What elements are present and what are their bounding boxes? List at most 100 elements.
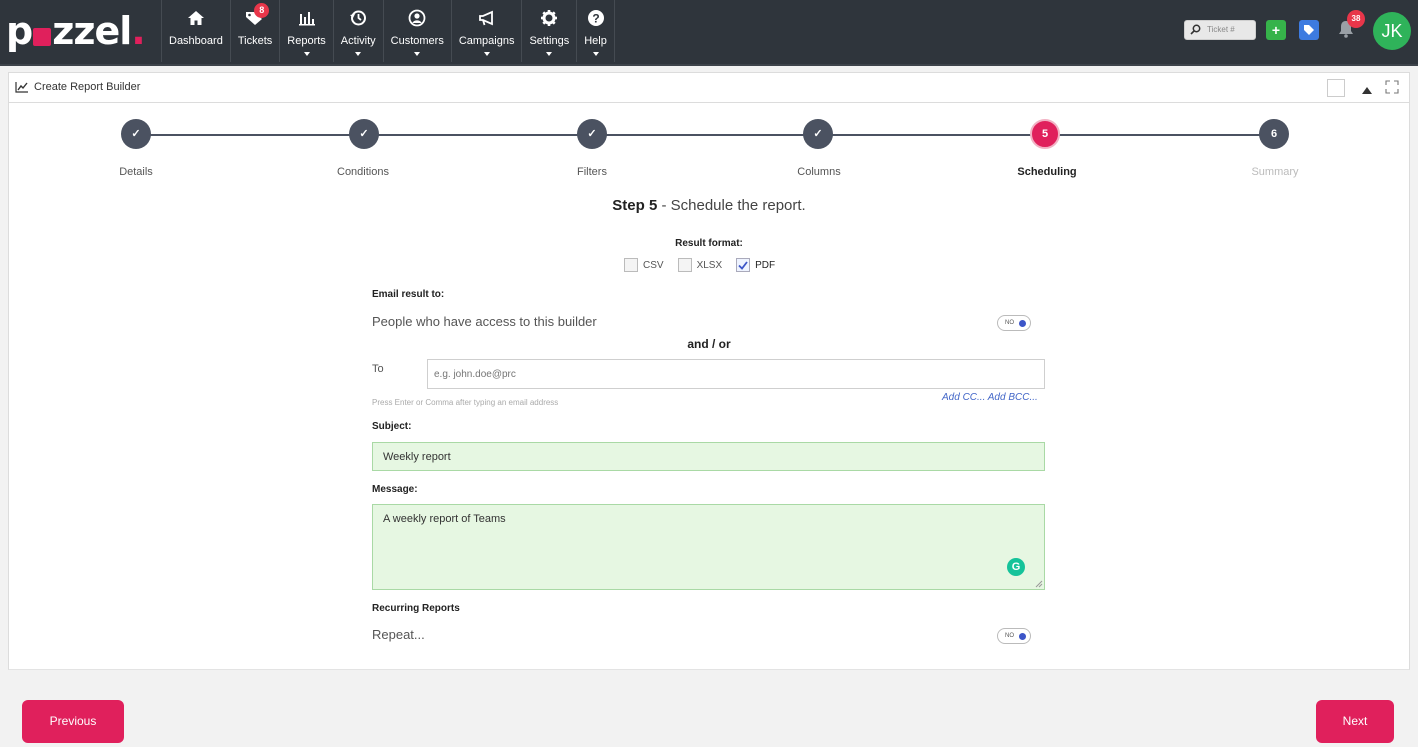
and-or-label: and / or <box>687 337 731 351</box>
user-circle-icon <box>408 7 426 29</box>
grammarly-icon[interactable]: G <box>1007 558 1025 576</box>
quick-tag-button[interactable] <box>1299 20 1319 40</box>
check-icon: ✓ <box>813 128 823 140</box>
collapse-icon[interactable] <box>1361 82 1373 100</box>
step-details-label: Details <box>119 166 153 178</box>
people-access-toggle[interactable]: NO <box>997 315 1031 331</box>
step-summary-label: Summary <box>1251 166 1299 178</box>
resize-handle-icon[interactable] <box>1035 580 1043 588</box>
step-summary-circle[interactable]: 6 <box>1259 119 1289 149</box>
step-scheduling-circle[interactable]: 5 <box>1030 119 1060 149</box>
email-hint: Press Enter or Comma after typing an ema… <box>372 398 559 407</box>
result-format-label: Result format: <box>675 238 743 249</box>
page-title-step: Step 5 <box>612 197 658 214</box>
ticket-search-input[interactable]: Ticket # <box>1184 20 1256 40</box>
nav-tickets[interactable]: 8 Tickets <box>229 0 279 62</box>
nav-settings-label: Settings <box>529 35 570 47</box>
nav-help[interactable]: ? Help <box>576 0 615 62</box>
to-label: To <box>372 363 384 375</box>
pdf-label: PDF <box>755 259 776 271</box>
puzzel-logo[interactable]: p zzel. <box>6 8 146 54</box>
subject-input[interactable]: Weekly report <box>372 442 1045 471</box>
chevron-down-icon <box>592 52 599 56</box>
result-format-options: CSV XLSX PDF <box>624 258 789 272</box>
chevron-down-icon <box>414 52 421 56</box>
pdf-checkbox[interactable] <box>736 258 751 272</box>
avatar[interactable]: JK <box>1373 12 1411 50</box>
previous-button[interactable]: Previous <box>22 700 124 743</box>
toggle-knob <box>1019 319 1026 327</box>
xlsx-checkbox[interactable] <box>677 258 692 272</box>
nav-reports[interactable]: Reports <box>279 0 333 62</box>
step-number: 5 <box>1041 128 1049 140</box>
logo-dot: . <box>131 9 145 53</box>
panel-title-text: Create Report Builder <box>34 81 141 93</box>
fullscreen-icon[interactable] <box>1385 80 1399 99</box>
step-filters-circle[interactable]: ✓ <box>577 119 607 149</box>
bar-chart-icon <box>298 7 316 29</box>
panel-header: Create Report Builder <box>8 72 1410 103</box>
page-title: Step 5 - Schedule the report. <box>0 197 1418 214</box>
toggle-knob <box>1019 632 1026 640</box>
panel-checkbox[interactable] <box>1327 79 1345 97</box>
format-xlsx-option[interactable]: XLSX <box>677 258 723 272</box>
ticket-search-placeholder: Ticket # <box>1207 25 1235 34</box>
csv-checkbox[interactable] <box>624 258 638 272</box>
tickets-badge: 8 <box>254 3 270 18</box>
to-email-input[interactable] <box>427 359 1045 389</box>
checkmark-icon <box>738 260 748 270</box>
step-scheduling-label: Scheduling <box>1017 166 1077 178</box>
check-icon: ✓ <box>131 128 141 140</box>
nav-campaigns[interactable]: Campaigns <box>450 0 522 62</box>
repeat-toggle[interactable]: NO <box>997 628 1031 644</box>
message-textarea[interactable]: A weekly report of Teams <box>372 504 1045 590</box>
xlsx-label: XLSX <box>696 259 723 271</box>
nav-help-label: Help <box>584 35 607 47</box>
nav-settings[interactable]: Settings <box>521 0 576 62</box>
subject-value: Weekly report <box>383 451 451 463</box>
check-icon: ✓ <box>359 128 369 140</box>
chevron-down-icon <box>355 52 362 56</box>
nav-dashboard[interactable]: Dashboard <box>161 0 230 62</box>
step-details-circle[interactable]: ✓ <box>121 119 151 149</box>
message-label: Message: <box>372 484 418 495</box>
notifications-badge: 38 <box>1347 10 1365 28</box>
logo-text-end: zzel <box>52 9 132 53</box>
step-columns-label: Columns <box>797 166 841 178</box>
chevron-down-icon <box>546 52 553 56</box>
main-nav: Dashboard 8 Tickets Reports Activity Cus… <box>161 0 615 66</box>
email-result-label: Email result to: <box>372 289 445 300</box>
step-columns-circle[interactable]: ✓ <box>803 119 833 149</box>
chevron-down-icon <box>483 52 490 56</box>
nav-tickets-label: Tickets <box>237 35 273 47</box>
step-conditions-circle[interactable]: ✓ <box>349 119 379 149</box>
megaphone-icon <box>478 7 496 29</box>
format-csv-option[interactable]: CSV <box>624 258 664 272</box>
add-ticket-button[interactable]: + <box>1266 20 1286 40</box>
people-access-text: People who have access to this builder <box>372 314 597 329</box>
message-value: A weekly report of Teams <box>383 513 506 525</box>
history-icon <box>349 7 367 29</box>
plus-icon: + <box>1271 22 1281 38</box>
nav-reports-label: Reports <box>287 35 326 47</box>
line-chart-icon <box>15 82 28 93</box>
toggle-state-label: NO <box>1005 633 1014 639</box>
add-cc-bcc-link[interactable]: Add CC... Add BCC... <box>942 392 1038 403</box>
nav-customers[interactable]: Customers <box>382 0 451 62</box>
toggle-state-label: NO <box>1005 320 1014 326</box>
nav-activity[interactable]: Activity <box>332 0 383 62</box>
logo-mark-icon <box>33 28 52 46</box>
stepper-track <box>136 134 1274 136</box>
subject-label: Subject: <box>372 421 412 432</box>
step-conditions-label: Conditions <box>337 166 389 178</box>
home-icon <box>187 7 205 29</box>
check-icon: ✓ <box>587 128 597 140</box>
logo-text-start: p <box>6 9 33 53</box>
question-icon: ? <box>587 7 605 29</box>
next-button[interactable]: Next <box>1316 700 1394 743</box>
top-navbar: p zzel. Dashboard 8 Tickets Reports Acti… <box>0 0 1418 66</box>
nav-campaigns-label: Campaigns <box>458 35 515 47</box>
format-pdf-option[interactable]: PDF <box>736 258 775 272</box>
repeat-text: Repeat... <box>372 627 425 642</box>
nav-dashboard-label: Dashboard <box>169 35 223 47</box>
